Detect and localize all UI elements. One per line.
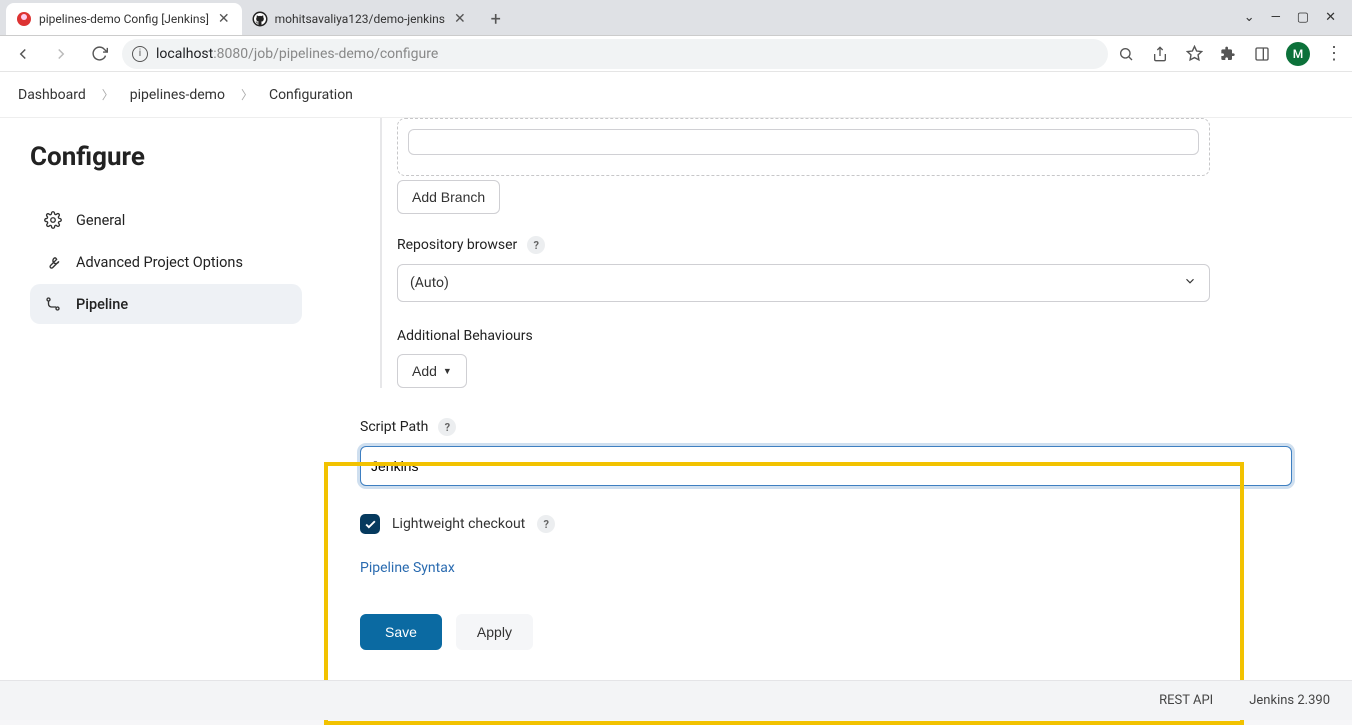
additional-behaviours-label: Additional Behaviours bbox=[397, 328, 1210, 344]
chevron-right-icon: 〉 bbox=[235, 86, 259, 103]
sidebar-item-general[interactable]: General bbox=[30, 200, 302, 240]
info-icon[interactable]: i bbox=[132, 46, 148, 62]
share-icon[interactable] bbox=[1150, 44, 1170, 64]
repo-browser-select[interactable]: (Auto) bbox=[397, 264, 1210, 302]
pipeline-syntax-link[interactable]: Pipeline Syntax bbox=[360, 560, 455, 576]
lightweight-checkout-row: Lightweight checkout ? bbox=[360, 514, 1292, 534]
browser-tab-inactive[interactable]: mohitsavaliya123/demo-jenkins ✕ bbox=[242, 3, 478, 35]
profile-badge[interactable]: M bbox=[1286, 42, 1310, 66]
browser-nav-bar: i localhost:8080/job/pipelines-demo/conf… bbox=[0, 36, 1352, 72]
extensions-icon[interactable] bbox=[1218, 44, 1238, 64]
tab-bar: pipelines-demo Config [Jenkins] ✕ mohits… bbox=[0, 0, 1352, 36]
help-icon[interactable]: ? bbox=[438, 418, 456, 436]
form-actions: Save Apply bbox=[360, 614, 1292, 650]
minimize-icon[interactable]: ― bbox=[1271, 10, 1281, 25]
script-path-input[interactable] bbox=[360, 446, 1292, 486]
close-icon[interactable]: ✕ bbox=[216, 11, 232, 27]
url-port: :8080 bbox=[213, 46, 248, 62]
branch-input-ghost[interactable] bbox=[408, 129, 1199, 155]
back-icon[interactable] bbox=[8, 39, 38, 69]
lightweight-label: Lightweight checkout bbox=[392, 516, 525, 532]
footer: REST API Jenkins 2.390 bbox=[0, 680, 1352, 720]
help-icon[interactable]: ? bbox=[537, 515, 555, 533]
help-icon[interactable]: ? bbox=[527, 236, 545, 254]
tab-title: mohitsavaliya123/demo-jenkins bbox=[275, 12, 445, 26]
chevron-down-icon[interactable]: ⌄ bbox=[1244, 10, 1255, 25]
caret-down-icon: ▼ bbox=[443, 366, 452, 376]
browser-tab-active[interactable]: pipelines-demo Config [Jenkins] ✕ bbox=[6, 3, 242, 35]
repo-browser-label: Repository browser ? bbox=[397, 236, 1210, 254]
jenkins-favicon bbox=[16, 11, 32, 27]
breadcrumb-dashboard[interactable]: Dashboard bbox=[16, 83, 88, 107]
close-icon[interactable]: ✕ bbox=[452, 11, 468, 27]
window-controls: ⌄ ― ▢ ✕ bbox=[1228, 0, 1352, 35]
tab-title: pipelines-demo Config [Jenkins] bbox=[39, 12, 209, 26]
chevron-down-icon bbox=[1183, 274, 1197, 292]
window-close-icon[interactable]: ✕ bbox=[1325, 10, 1336, 25]
sidebar-item-label: Pipeline bbox=[76, 296, 128, 313]
url-host: localhost bbox=[156, 46, 213, 62]
github-favicon bbox=[252, 11, 268, 27]
zoom-icon[interactable] bbox=[1116, 44, 1136, 64]
breadcrumb-current: Configuration bbox=[267, 83, 355, 107]
add-branch-button[interactable]: Add Branch bbox=[397, 180, 500, 214]
save-button[interactable]: Save bbox=[360, 614, 442, 650]
browser-chrome: pipelines-demo Config [Jenkins] ✕ mohits… bbox=[0, 0, 1352, 72]
sidebar-item-label: General bbox=[76, 212, 125, 229]
gear-icon bbox=[44, 211, 62, 229]
new-tab-button[interactable]: + bbox=[482, 5, 510, 33]
sidebar-item-pipeline[interactable]: Pipeline bbox=[30, 284, 302, 324]
add-behaviour-button[interactable]: Add ▼ bbox=[397, 354, 467, 388]
breadcrumb: Dashboard 〉 pipelines-demo 〉 Configurati… bbox=[0, 72, 1352, 118]
apply-button[interactable]: Apply bbox=[456, 614, 533, 650]
wrench-icon bbox=[44, 253, 62, 271]
script-path-block: Script Path ? Lightweight checkout ? Pip… bbox=[360, 388, 1292, 576]
select-value: (Auto) bbox=[410, 275, 449, 291]
browser-toolbar-icons: M ⋮ bbox=[1116, 42, 1344, 66]
chevron-right-icon: 〉 bbox=[96, 86, 120, 103]
more-icon[interactable]: ⋮ bbox=[1324, 44, 1344, 64]
page-title: Configure bbox=[30, 142, 302, 172]
reload-icon[interactable] bbox=[84, 39, 114, 69]
sidebar: Configure General Advanced Project Optio… bbox=[0, 118, 320, 720]
lightweight-checkbox[interactable] bbox=[360, 514, 380, 534]
jenkins-page: Dashboard 〉 pipelines-demo 〉 Configurati… bbox=[0, 72, 1352, 720]
breadcrumb-job[interactable]: pipelines-demo bbox=[128, 83, 227, 107]
star-icon[interactable] bbox=[1184, 44, 1204, 64]
forward-icon[interactable] bbox=[46, 39, 76, 69]
address-bar[interactable]: i localhost:8080/job/pipelines-demo/conf… bbox=[122, 39, 1108, 69]
script-path-label: Script Path ? bbox=[360, 418, 1292, 436]
pipeline-icon bbox=[44, 295, 62, 313]
jenkins-version: Jenkins 2.390 bbox=[1249, 693, 1330, 708]
main-content: Add Branch Repository browser ? (Auto) A… bbox=[320, 118, 1352, 720]
panels-icon[interactable] bbox=[1252, 44, 1272, 64]
sidebar-item-advanced[interactable]: Advanced Project Options bbox=[30, 242, 302, 282]
branches-block bbox=[397, 118, 1210, 176]
url-path: /job/pipelines-demo/configure bbox=[248, 46, 438, 62]
sidebar-item-label: Advanced Project Options bbox=[76, 254, 243, 271]
maximize-icon[interactable]: ▢ bbox=[1297, 10, 1309, 25]
rest-api-link[interactable]: REST API bbox=[1159, 693, 1213, 708]
